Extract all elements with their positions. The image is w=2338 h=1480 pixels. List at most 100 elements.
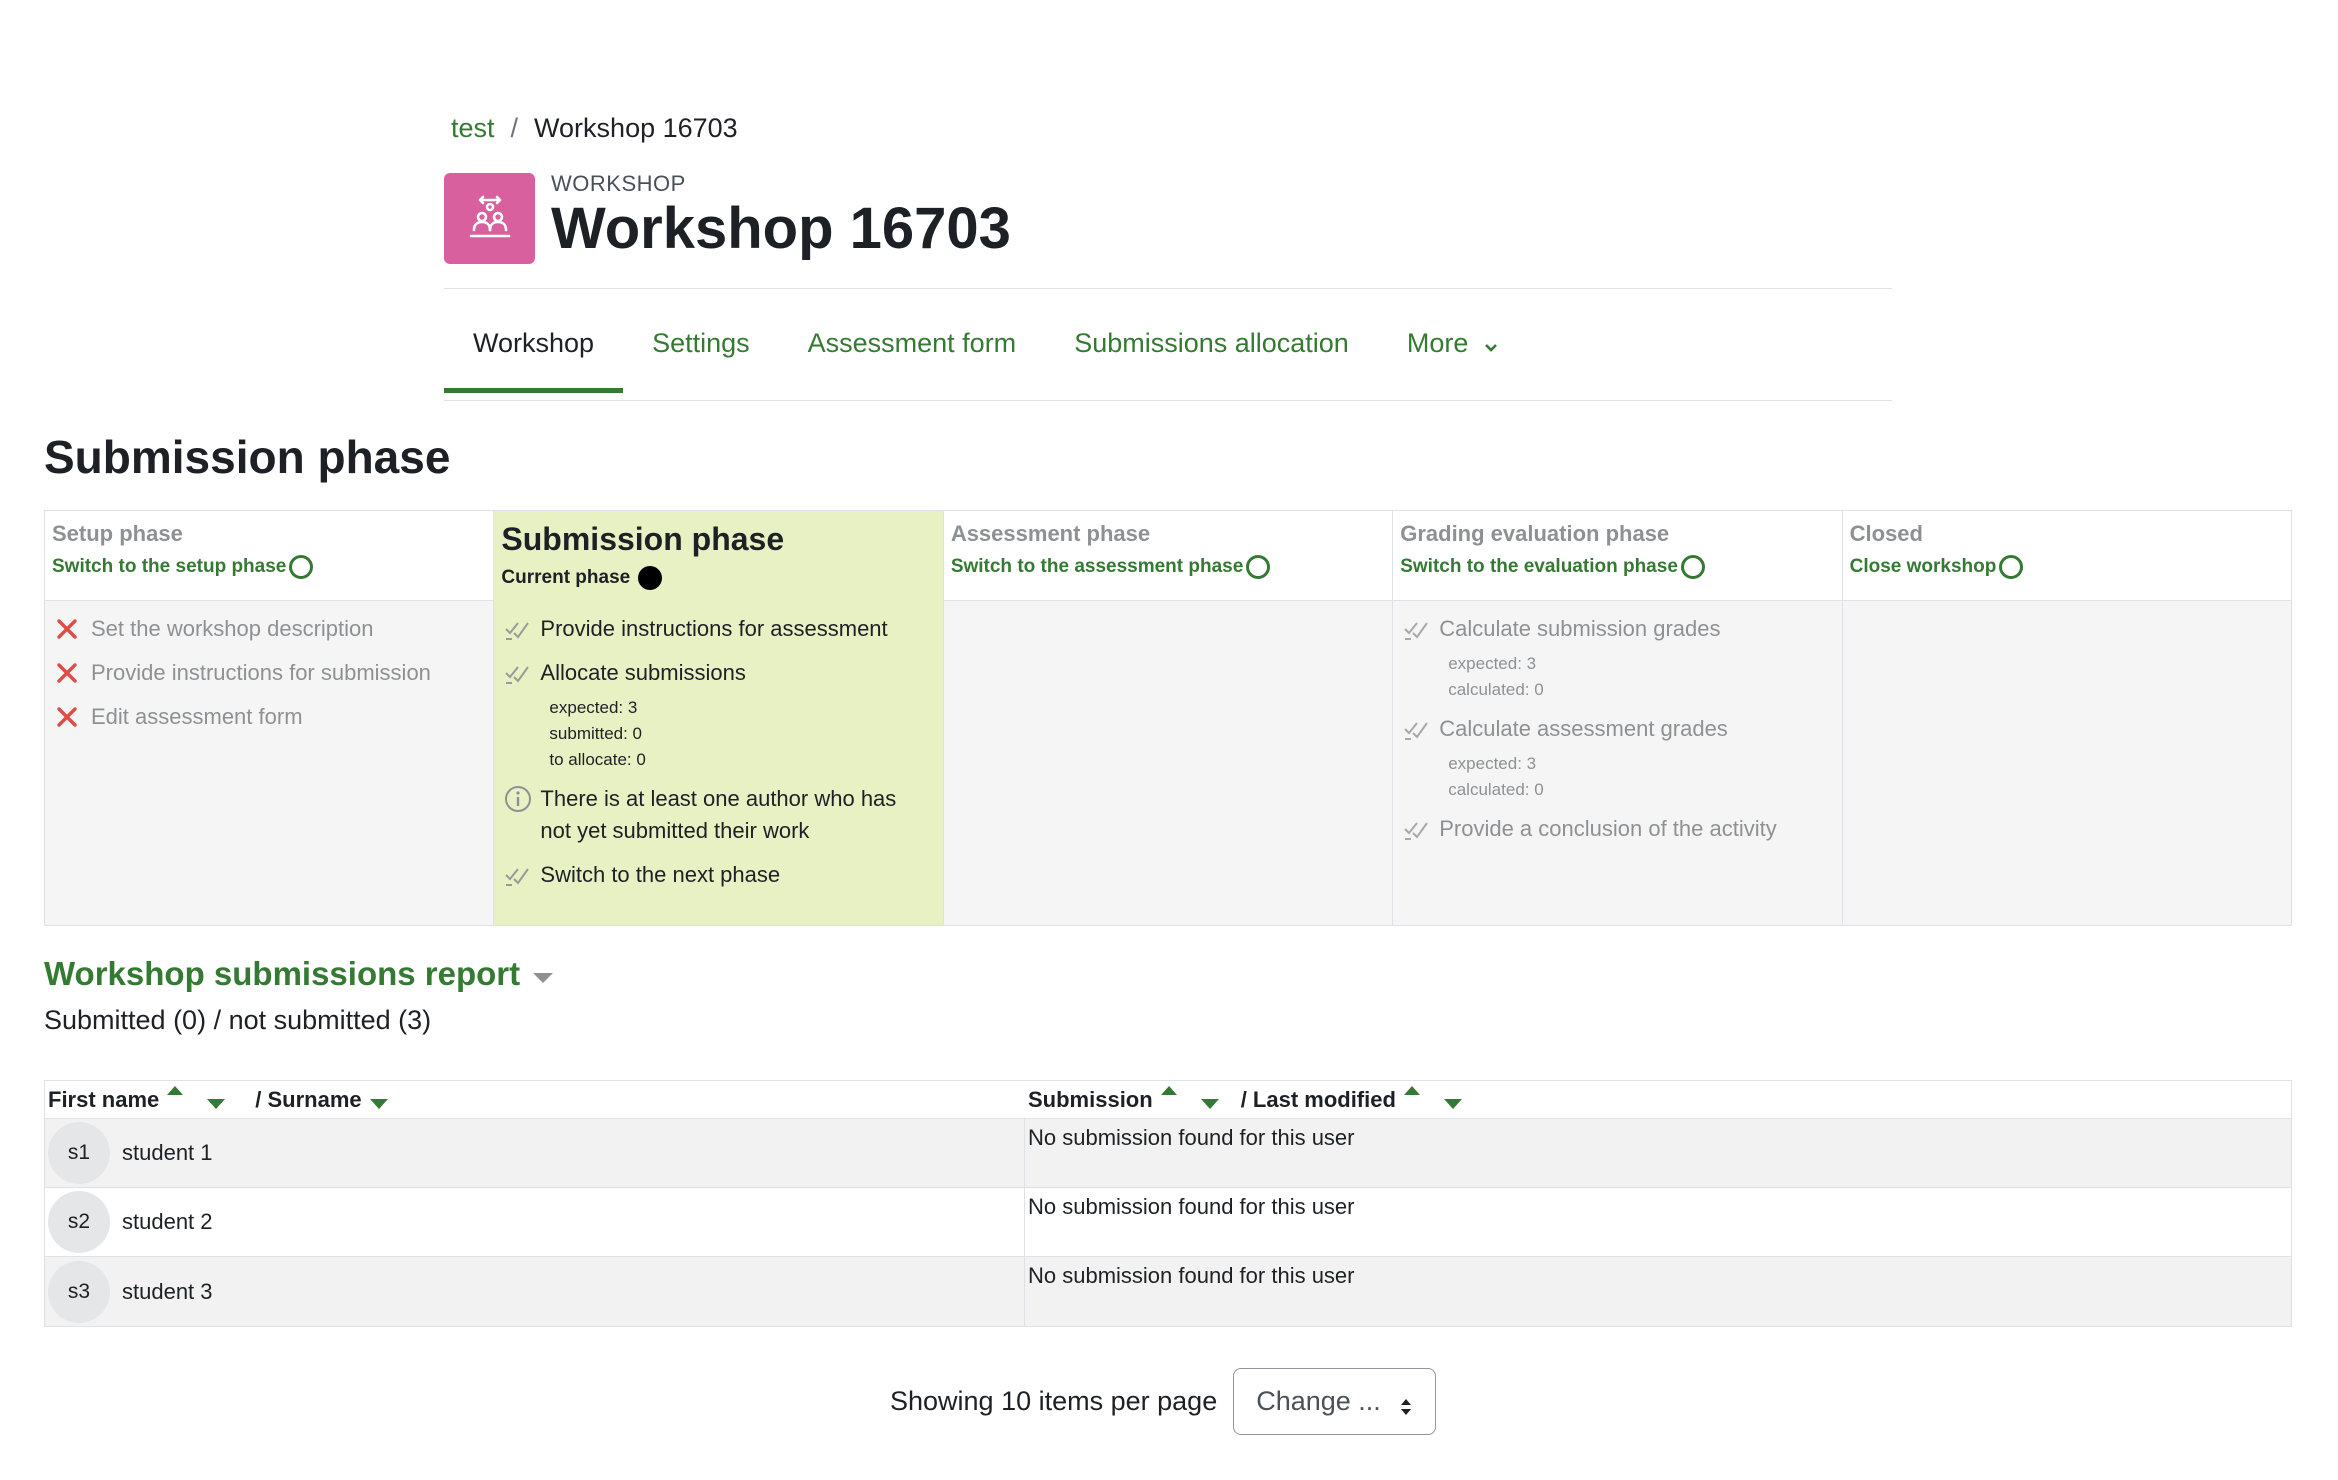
sort-desc-icon[interactable] (369, 1098, 388, 1109)
task-label: Calculate assessment grades (1439, 716, 1728, 741)
phase-setup: Setup phase Switch to the setup phase Se… (45, 511, 495, 925)
sort-first-name[interactable]: First name (48, 1087, 159, 1113)
todo-icon (504, 657, 540, 689)
sort-asc-icon[interactable] (1160, 1086, 1177, 1095)
tab-submissions-allocation[interactable]: Submissions allocation (1045, 318, 1378, 388)
switch-evaluation-phase-link[interactable]: Switch to the evaluation phase (1400, 555, 1834, 579)
breadcrumb-course-link[interactable]: test (451, 113, 495, 144)
phase-title: Submission phase (501, 521, 785, 557)
report-toggle[interactable]: Workshop submissions report (44, 955, 554, 993)
per-page-select[interactable]: Change ... (1233, 1368, 1437, 1435)
task-label: Calculate submission grades (1439, 616, 1721, 641)
per-page-label: Showing 10 items per page (890, 1386, 1218, 1416)
task-item: Provide instructions for submission (55, 657, 483, 689)
detail-expected: expected: 3 (1448, 754, 1537, 773)
page-title: Workshop 16703 (551, 195, 1011, 261)
switch-label: Switch to the assessment phase (950, 556, 1244, 577)
submission-status: No submission found for this user (1028, 1263, 1355, 1288)
task-label: Provide a conclusion of the activity (1439, 816, 1777, 841)
sort-desc-icon[interactable] (1200, 1098, 1219, 1109)
phase-assessment: Assessment phase Switch to the assessmen… (943, 511, 1394, 925)
table-header: First name / Surname Submission / Last m… (45, 1081, 2291, 1119)
divider (444, 400, 1892, 401)
detail-expected: expected: 3 (549, 698, 638, 717)
task-item: There is at least one author who has not… (504, 783, 932, 847)
todo-icon (1403, 713, 1439, 745)
workshop-phase-planner: Setup phase Switch to the setup phase Se… (44, 510, 2292, 926)
task-item: Calculate assessment grades (1403, 713, 1831, 745)
submission-summary: Submitted (0) / not submitted (3) (44, 1005, 432, 1035)
task-label[interactable]: Switch to the next phase (540, 859, 780, 891)
avatar[interactable]: s3 (48, 1260, 110, 1323)
sort-asc-icon[interactable] (1403, 1086, 1420, 1095)
todo-icon (504, 859, 540, 891)
task-item: Provide a conclusion of the activity (1403, 813, 1831, 845)
tab-workshop[interactable]: Workshop (444, 318, 624, 394)
breadcrumb-current: Workshop 16703 (534, 113, 738, 143)
chevron-down-icon (1484, 329, 1498, 360)
switch-phase-icon (1999, 555, 2024, 579)
task-label[interactable]: Provide instructions for assessment (540, 613, 887, 645)
task-item: Allocate submissions (504, 657, 932, 689)
switch-label: Switch to the setup phase (52, 556, 287, 577)
fail-icon (55, 613, 91, 645)
table-row: s2 student 2 No submission found for thi… (45, 1188, 2291, 1257)
sort-surname[interactable]: / Surname (255, 1087, 361, 1113)
todo-icon (1403, 813, 1439, 845)
fail-icon (55, 657, 91, 689)
switch-phase-icon (1680, 555, 1705, 579)
activity-kind-label: WORKSHOP (551, 170, 686, 196)
task-label: Set the workshop description (91, 616, 374, 641)
task-item: Edit assessment form (55, 701, 483, 733)
submission-status: No submission found for this user (1028, 1125, 1355, 1150)
tab-more-label: More (1406, 328, 1469, 358)
task-item: Switch to the next phase (504, 859, 932, 891)
task-label[interactable]: Allocate submissions (540, 657, 745, 689)
caret-down-icon (532, 955, 554, 993)
avatar[interactable]: s1 (48, 1122, 110, 1184)
task-label: Edit assessment form (91, 704, 303, 729)
phase-closed: Closed Close workshop (1842, 511, 2292, 925)
secondary-navigation: Workshop Settings Assessment form Submis… (444, 318, 1527, 394)
breadcrumb: test / Workshop 16703 (451, 113, 738, 144)
switch-assessment-phase-link[interactable]: Switch to the assessment phase (951, 555, 1385, 579)
task-details: expected: 3 submitted: 0 to allocate: 0 (549, 695, 932, 773)
tab-more[interactable]: More (1378, 318, 1527, 388)
current-phase-label: Current phase (501, 567, 631, 588)
phase-title: Closed (1849, 521, 1923, 546)
student-name-link[interactable]: student 3 (122, 1279, 213, 1305)
phase-evaluation: Grading evaluation phase Switch to the e… (1393, 511, 1843, 925)
task-item: Calculate submission grades (1403, 613, 1831, 645)
phase-title: Setup phase (52, 521, 183, 546)
sort-desc-icon[interactable] (207, 1098, 226, 1109)
select-arrows-icon (1399, 1393, 1413, 1424)
sort-submission[interactable]: Submission (1028, 1087, 1153, 1113)
per-page-control: Showing 10 items per page Change ... (890, 1368, 1437, 1435)
avatar[interactable]: s2 (48, 1191, 110, 1253)
per-page-select-value: Change ... (1256, 1386, 1381, 1416)
switch-label: Switch to the evaluation phase (1400, 556, 1678, 577)
task-label: There is at least one author who has not… (540, 783, 896, 847)
student-name-link[interactable]: student 2 (122, 1209, 213, 1235)
todo-icon (1403, 613, 1439, 645)
breadcrumb-separator: / (510, 113, 519, 143)
table-row: s1 student 1 No submission found for thi… (45, 1119, 2291, 1188)
close-workshop-link[interactable]: Close workshop (1850, 555, 2284, 579)
sort-asc-icon[interactable] (167, 1086, 184, 1095)
detail-submitted: submitted: 0 (549, 724, 643, 743)
detail-calculated: calculated: 0 (1448, 780, 1544, 799)
sort-desc-icon[interactable] (1443, 1098, 1462, 1109)
tab-settings[interactable]: Settings (623, 318, 779, 388)
student-name-link[interactable]: student 1 (122, 1140, 213, 1166)
switch-label: Close workshop (1849, 556, 1997, 577)
info-icon (504, 783, 540, 815)
phase-title: Grading evaluation phase (1400, 521, 1670, 546)
switch-setup-phase-link[interactable]: Switch to the setup phase (52, 555, 486, 579)
tab-assessment-form[interactable]: Assessment form (779, 318, 1046, 388)
info-text-line1: There is at least one author who has (540, 786, 897, 811)
detail-to-allocate: to allocate: 0 (549, 750, 646, 769)
submissions-table: First name / Surname Submission / Last m… (44, 1080, 2292, 1327)
sort-last-modified[interactable]: / Last modified (1241, 1087, 1396, 1113)
workshop-icon (444, 173, 535, 264)
task-details: expected: 3 calculated: 0 (1448, 651, 1831, 703)
